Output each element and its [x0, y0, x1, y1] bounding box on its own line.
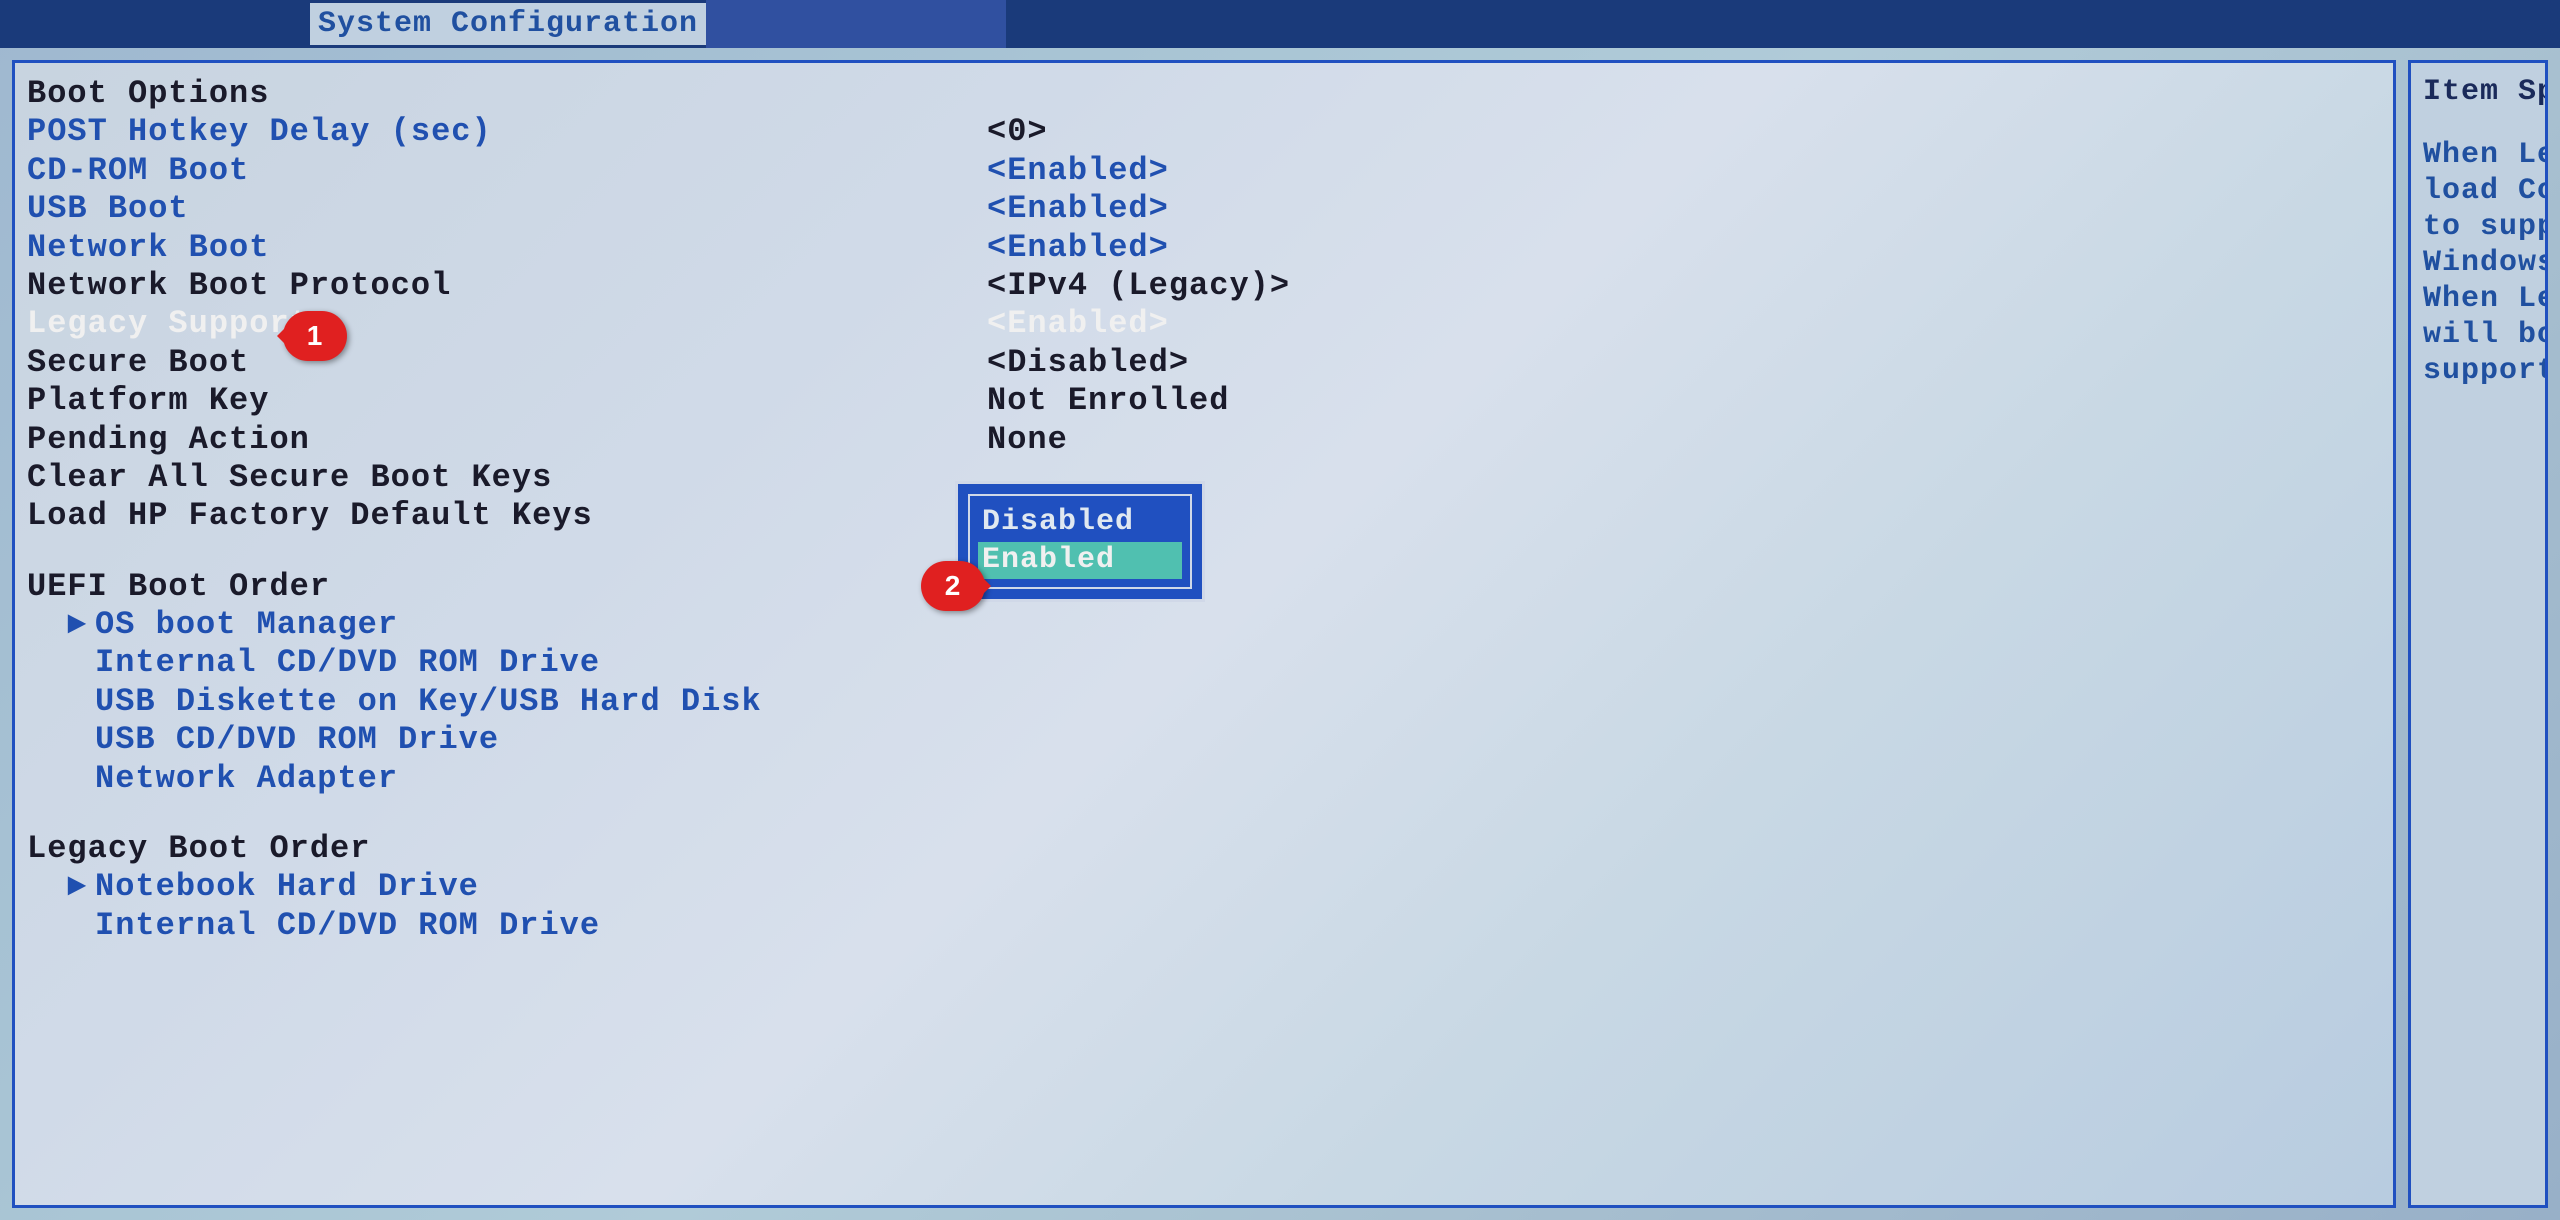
setting-row[interactable]: Legacy Support<Enabled> — [27, 305, 2381, 343]
setting-label: Pending Action — [27, 421, 987, 459]
setting-label: CD-ROM Boot — [27, 152, 987, 190]
help-pane: Item Sp When Legload Comto suppoWindows … — [2408, 60, 2548, 1208]
legacy-boot-order-list[interactable]: ►Notebook Hard DriveInternal CD/DVD ROM … — [27, 868, 2381, 945]
title-bar-spacer — [706, 0, 1006, 48]
boot-item-label: Internal CD/DVD ROM Drive — [95, 644, 600, 682]
setting-row[interactable]: Pending ActionNone — [27, 421, 2381, 459]
popup-option[interactable]: Enabled — [978, 542, 1182, 580]
setting-label: Platform Key — [27, 382, 987, 420]
boot-item-label: Internal CD/DVD ROM Drive — [95, 907, 600, 945]
setting-label: USB Boot — [27, 190, 987, 228]
boot-order-item[interactable]: USB Diskette on Key/USB Hard Disk — [27, 683, 2381, 721]
setting-row[interactable]: Secure Boot<Disabled> — [27, 344, 2381, 382]
legacy-boot-order-header: Legacy Boot Order — [27, 830, 2381, 868]
setting-value[interactable]: <Disabled> — [987, 344, 2381, 382]
boot-item-label: USB CD/DVD ROM Drive — [95, 721, 499, 759]
setting-value[interactable]: <Enabled> — [987, 229, 2381, 267]
help-text: When Legload Comto suppoWindows When Leg… — [2423, 137, 2533, 389]
setting-row[interactable]: Network Boot Protocol<IPv4 (Legacy)> — [27, 267, 2381, 305]
setting-row[interactable]: Platform KeyNot Enrolled — [27, 382, 2381, 420]
help-title: Item Sp — [2423, 75, 2533, 109]
setting-value[interactable]: <0> — [987, 113, 2381, 151]
setting-label: Network Boot — [27, 229, 987, 267]
boot-order-item[interactable]: ►Notebook Hard Drive — [27, 868, 2381, 906]
arrow-icon: ► — [67, 606, 95, 644]
annotation-callout: 1 — [283, 311, 347, 361]
main-container: Boot OptionsPOST Hotkey Delay (sec)<0>CD… — [0, 48, 2560, 1220]
setting-value[interactable]: Not Enrolled — [987, 382, 2381, 420]
boot-item-label: OS boot Manager — [95, 606, 398, 644]
setting-row[interactable]: Network Boot<Enabled> — [27, 229, 2381, 267]
setting-label: Load HP Factory Default Keys — [27, 497, 987, 535]
boot-order-item[interactable]: ►OS boot Manager — [27, 606, 2381, 644]
setting-label: POST Hotkey Delay (sec) — [27, 113, 987, 151]
popup-option[interactable]: Disabled — [978, 504, 1182, 542]
uefi-boot-order-list[interactable]: ►OS boot ManagerInternal CD/DVD ROM Driv… — [27, 606, 2381, 798]
boot-item-label: USB Diskette on Key/USB Hard Disk — [95, 683, 762, 721]
bios-title-bar: System Configuration — [0, 0, 2560, 48]
setting-value[interactable]: <Enabled> — [987, 305, 2381, 343]
setting-label: Network Boot Protocol — [27, 267, 987, 305]
boot-order-item[interactable]: Network Adapter — [27, 760, 2381, 798]
boot-order-item[interactable]: USB CD/DVD ROM Drive — [27, 721, 2381, 759]
boot-order-item[interactable]: Internal CD/DVD ROM Drive — [27, 907, 2381, 945]
boot-order-item[interactable]: Internal CD/DVD ROM Drive — [27, 644, 2381, 682]
settings-list: Boot OptionsPOST Hotkey Delay (sec)<0>CD… — [27, 75, 2381, 536]
bios-title: System Configuration — [310, 3, 706, 45]
setting-row[interactable]: CD-ROM Boot<Enabled> — [27, 152, 2381, 190]
setting-label: Clear All Secure Boot Keys — [27, 459, 987, 497]
boot-item-label: Notebook Hard Drive — [95, 868, 479, 906]
setting-value[interactable]: <Enabled> — [987, 190, 2381, 228]
boot-item-label: Network Adapter — [95, 760, 398, 798]
setting-value[interactable]: <Enabled> — [987, 152, 2381, 190]
setting-row[interactable]: USB Boot<Enabled> — [27, 190, 2381, 228]
setting-row: Boot Options — [27, 75, 2381, 113]
setting-row[interactable]: POST Hotkey Delay (sec)<0> — [27, 113, 2381, 151]
annotation-callout: 2 — [921, 561, 985, 611]
setting-label: Boot Options — [27, 75, 987, 113]
setting-value[interactable]: None — [987, 421, 2381, 459]
arrow-icon: ► — [67, 868, 95, 906]
setting-label: Legacy Support — [27, 305, 987, 343]
setting-value[interactable]: <IPv4 (Legacy)> — [987, 267, 2381, 305]
setting-label: Secure Boot — [27, 344, 987, 382]
settings-pane: Boot OptionsPOST Hotkey Delay (sec)<0>CD… — [12, 60, 2396, 1208]
